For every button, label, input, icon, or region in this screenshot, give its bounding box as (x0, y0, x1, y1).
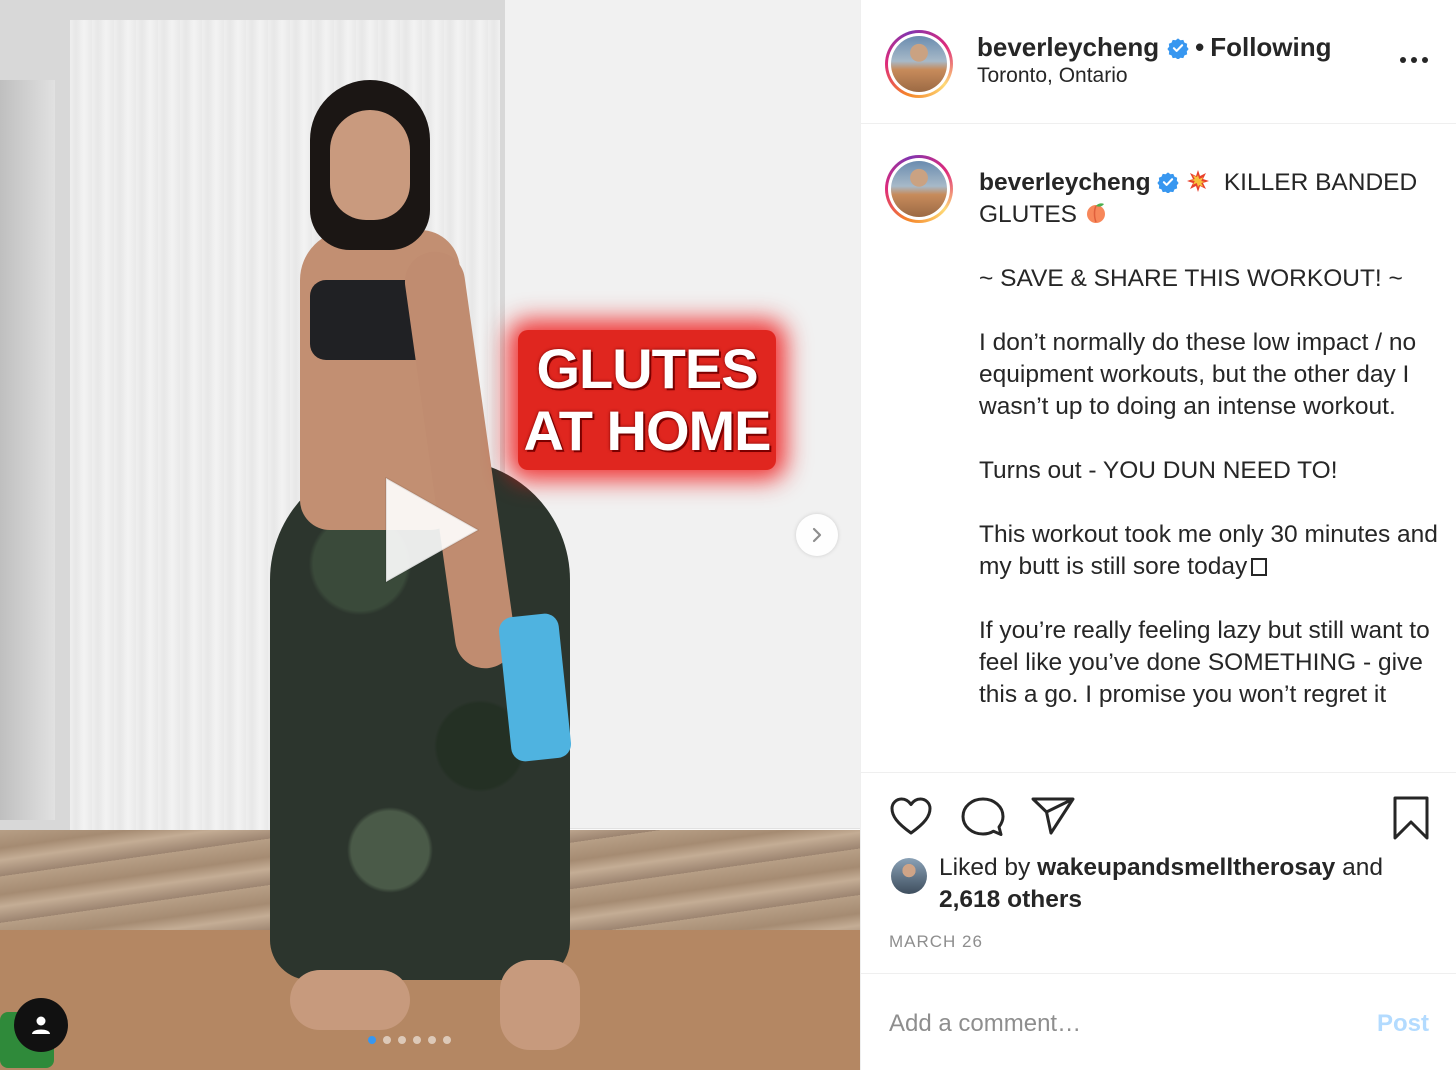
chevron-right-icon (812, 527, 822, 543)
header-user-line: beverleycheng • Following (977, 32, 1332, 63)
caption-paragraph: I don’t normally do these low impact / n… (979, 329, 1417, 420)
comment-bubble-icon[interactable] (961, 796, 1005, 838)
carousel-dot (368, 1036, 376, 1044)
peach-emoji-icon (1086, 203, 1105, 223)
verified-badge-icon (1167, 37, 1189, 59)
likes-text: Liked by wakeupandsmelltherosay and 2,61… (939, 852, 1449, 916)
carousel-indicator (368, 1036, 451, 1044)
location-link[interactable]: Toronto, Ontario (977, 64, 1128, 88)
caption-username[interactable]: beverleycheng (979, 169, 1151, 196)
liker-avatar[interactable] (891, 858, 927, 894)
comment-input[interactable] (889, 1008, 1349, 1040)
avatar[interactable] (885, 155, 953, 223)
caption-paragraph: Turns out - YOU DUN NEED TO! (979, 457, 1338, 484)
avatar[interactable] (885, 30, 953, 98)
carousel-dot (428, 1036, 436, 1044)
liker-username[interactable]: wakeupandsmelltherosay (1037, 854, 1335, 881)
face (330, 110, 410, 220)
avatar-image (891, 161, 947, 217)
collision-emoji-icon (1187, 170, 1210, 192)
header-separator: • (1195, 32, 1205, 62)
avatar-image (891, 36, 947, 92)
likes-prefix: Liked by (939, 854, 1031, 881)
caption-paragraph: This workout took me only 30 minutes and… (979, 521, 1438, 580)
caption-paragraph: If you’re really feeling lazy but still … (979, 617, 1430, 708)
heart-icon[interactable] (889, 796, 933, 836)
user-tags-button[interactable] (14, 998, 68, 1052)
caption-scroll-area[interactable]: beverleycheng KILLER BANDED GLUTES ~ SAV… (861, 125, 1456, 773)
missing-glyph-box (1251, 558, 1268, 576)
more-options-icon[interactable] (1397, 52, 1431, 68)
following-button[interactable]: Following (1210, 32, 1331, 63)
window-side-panel (0, 80, 55, 820)
action-bar (861, 774, 1456, 854)
carousel-dot (443, 1036, 451, 1044)
carousel-dot (398, 1036, 406, 1044)
foot (290, 970, 410, 1030)
post-details-panel: beverleycheng • Following Toronto, Ontar… (860, 0, 1456, 1070)
username-link[interactable]: beverleycheng (977, 32, 1159, 63)
play-icon[interactable] (376, 470, 488, 590)
next-media-button[interactable] (796, 514, 838, 556)
media-overlay-title: GLUTES AT HOME (518, 330, 776, 470)
post-comment-button[interactable]: Post (1377, 1010, 1429, 1038)
comment-form: Post (861, 973, 1456, 1070)
bookmark-icon[interactable] (1391, 796, 1431, 840)
carousel-dot (383, 1036, 391, 1044)
overlay-line-2: AT HOME (523, 399, 771, 462)
paper-plane-icon[interactable] (1031, 796, 1075, 836)
caption-paragraph: ~ SAVE & SHARE THIS WORKOUT! ~ (979, 265, 1403, 292)
likes-count-link[interactable]: 2,618 others (939, 886, 1082, 913)
caption: beverleycheng KILLER BANDED GLUTES ~ SAV… (979, 167, 1441, 711)
post-date[interactable]: MARCH 26 (889, 932, 983, 952)
foot (500, 960, 580, 1050)
carousel-dot (413, 1036, 421, 1044)
post-header: beverleycheng • Following Toronto, Ontar… (861, 0, 1456, 124)
likes-conjunction: and (1342, 854, 1383, 881)
verified-badge-icon (1157, 172, 1180, 193)
user-tag-icon (32, 1016, 50, 1034)
post-media[interactable]: GLUTES AT HOME (0, 0, 860, 1070)
overlay-line-1: GLUTES (536, 337, 758, 400)
